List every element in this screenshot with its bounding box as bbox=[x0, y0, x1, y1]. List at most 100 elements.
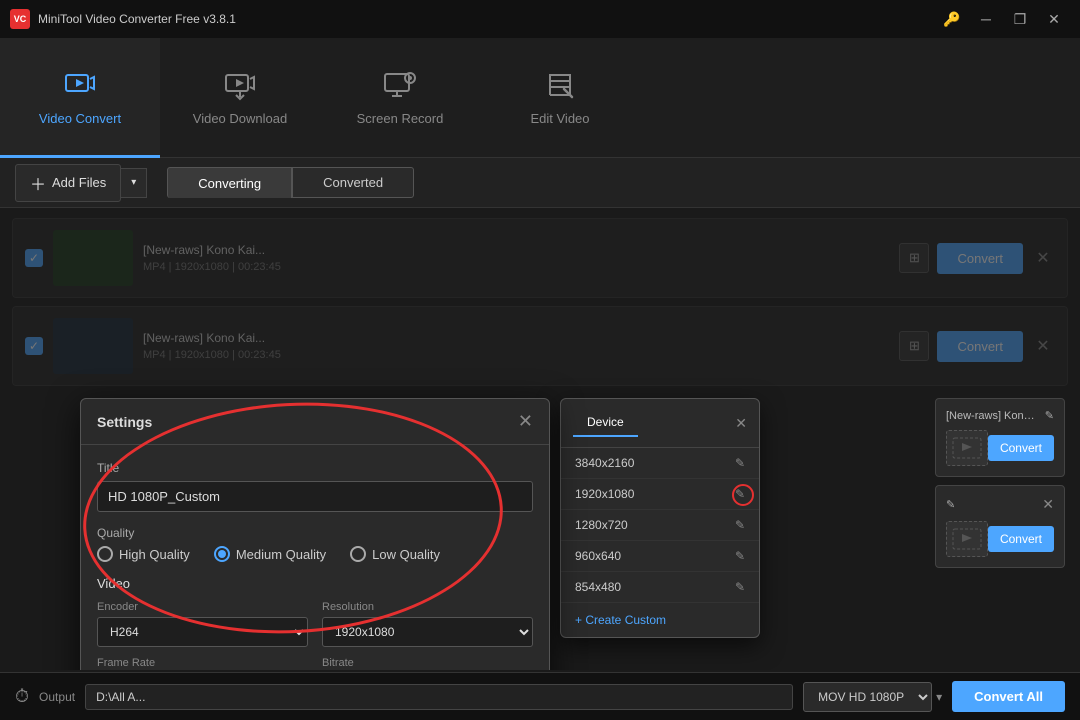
quality-medium-radio[interactable] bbox=[214, 546, 230, 562]
quality-high-text: High Quality bbox=[119, 547, 190, 562]
nav-video-convert[interactable]: Video Convert bbox=[0, 38, 160, 158]
settings-modal: Settings ✕ Title Quality High Quality bbox=[80, 398, 550, 670]
create-custom-btn[interactable]: + Create Custom bbox=[561, 603, 759, 637]
edit-settings-btn-1[interactable]: ⊞ bbox=[899, 243, 929, 273]
file-checkbox-2[interactable]: ✓ bbox=[25, 337, 43, 355]
encoder-label: Encoder bbox=[97, 601, 308, 613]
title-input[interactable] bbox=[97, 481, 533, 512]
convert-btn-2[interactable]: Convert bbox=[937, 331, 1023, 362]
add-files-button[interactable]: ＋ Add Files bbox=[15, 164, 121, 202]
panel-1-edit-btn[interactable]: ✎ bbox=[1045, 409, 1054, 422]
file-thumbnail-1 bbox=[53, 230, 133, 286]
quality-group: Quality High Quality Medium Quality Low … bbox=[97, 526, 533, 562]
framerate-bitrate-row: Frame Rate 30 24 60 Bitrate 4000 2000 80… bbox=[97, 657, 533, 670]
app-title: MiniTool Video Converter Free v3.8.1 bbox=[38, 12, 936, 26]
modal-header: Settings ✕ bbox=[81, 399, 549, 445]
bitrate-col: Bitrate 4000 2000 8000 bbox=[322, 657, 533, 670]
convert-btn-1[interactable]: Convert bbox=[937, 243, 1023, 274]
modal-close-btn[interactable]: ✕ bbox=[518, 411, 533, 432]
file-checkbox-1[interactable]: ✓ bbox=[25, 249, 43, 267]
quality-low-text: Low Quality bbox=[372, 547, 440, 562]
chevron-down-icon: ▾ bbox=[131, 177, 136, 188]
file-info-1: [New-raws] Kono Kai... MP4 | 1920x1080 |… bbox=[143, 243, 889, 273]
res-edit-640[interactable]: ✎ bbox=[735, 549, 745, 563]
res-item-4k[interactable]: 3840x2160 ✎ bbox=[561, 448, 759, 479]
panel-2-edit-btn[interactable]: ✎ bbox=[946, 498, 955, 511]
modal-title: Settings bbox=[97, 414, 152, 430]
nav-video-download[interactable]: Video Download bbox=[160, 38, 320, 158]
format-selector[interactable]: MOV HD 1080P MP4 HD 1080P bbox=[803, 682, 932, 712]
title-field-label: Title bbox=[97, 461, 533, 475]
video-download-icon bbox=[222, 67, 258, 103]
resolution-select[interactable]: 1920x1080 1280x720 bbox=[322, 617, 533, 647]
close-row-btn-2[interactable]: ✕ bbox=[1031, 334, 1055, 358]
tab-converting[interactable]: Converting bbox=[167, 167, 292, 198]
quality-options: High Quality Medium Quality Low Quality bbox=[97, 546, 533, 562]
screen-record-icon bbox=[382, 67, 418, 103]
add-files-dropdown[interactable]: ▾ bbox=[121, 168, 147, 198]
resolution-col: Resolution 1920x1080 1280x720 bbox=[322, 601, 533, 647]
tab-group: Converting Converted bbox=[167, 167, 414, 198]
edit-video-icon bbox=[542, 67, 578, 103]
nav-video-convert-label: Video Convert bbox=[39, 111, 121, 126]
panel-2-top: ✎ ✕ bbox=[946, 496, 1054, 513]
quality-low-radio[interactable] bbox=[350, 546, 366, 562]
edit-settings-btn-2[interactable]: ⊞ bbox=[899, 331, 929, 361]
quality-low-label[interactable]: Low Quality bbox=[350, 546, 440, 562]
resolution-panel: Device ✕ 3840x2160 ✎ 1920x1080 ✎ 1280x72… bbox=[560, 398, 760, 638]
encoder-select[interactable]: H264 H265 bbox=[97, 617, 308, 647]
titlebar: VC MiniTool Video Converter Free v3.8.1 … bbox=[0, 0, 1080, 38]
res-item-640[interactable]: 960x640 ✎ bbox=[561, 541, 759, 572]
restore-btn[interactable]: ❐ bbox=[1004, 5, 1036, 33]
res-tabs: Device bbox=[573, 409, 666, 437]
convert-panel-1: [New-raws] Kono Kai... ✎ Convert bbox=[935, 398, 1065, 477]
video-section-title: Video bbox=[97, 576, 533, 591]
res-label-640: 960x640 bbox=[575, 549, 621, 563]
nav-screen-record[interactable]: Screen Record bbox=[320, 38, 480, 158]
output-label: Output bbox=[39, 690, 75, 704]
output-path-input[interactable] bbox=[85, 684, 793, 710]
file-thumbnail-2 bbox=[53, 318, 133, 374]
res-tab-device[interactable]: Device bbox=[573, 409, 638, 437]
res-panel-close-btn[interactable]: ✕ bbox=[735, 415, 747, 432]
nav-screen-record-label: Screen Record bbox=[357, 111, 444, 126]
res-tab-format[interactable] bbox=[638, 409, 666, 437]
file-row-2: ✓ [New-raws] Kono Kai... MP4 | 1920x1080… bbox=[12, 306, 1068, 386]
title-group: Title bbox=[97, 461, 533, 512]
convert-panel-1-btn[interactable]: Convert bbox=[988, 435, 1054, 461]
minimize-btn[interactable]: ─ bbox=[970, 5, 1002, 33]
res-item-480[interactable]: 854x480 ✎ bbox=[561, 572, 759, 603]
tab-converted[interactable]: Converted bbox=[292, 167, 414, 198]
convert-panel-2-btn[interactable]: Convert bbox=[988, 526, 1054, 552]
convert-panel-2: ✎ ✕ Convert bbox=[935, 485, 1065, 568]
res-edit-1080[interactable]: ✎ bbox=[735, 487, 745, 501]
key-icon-btn[interactable]: 🔑 bbox=[936, 5, 968, 33]
framerate-label: Frame Rate bbox=[97, 657, 308, 669]
quality-high-label[interactable]: High Quality bbox=[97, 546, 190, 562]
close-btn[interactable]: ✕ bbox=[1038, 5, 1070, 33]
res-edit-4k[interactable]: ✎ bbox=[735, 456, 745, 470]
nav-edit-video[interactable]: Edit Video bbox=[480, 38, 640, 158]
right-panel: [New-raws] Kono Kai... ✎ Convert ✎ ✕ bbox=[935, 398, 1065, 568]
file-meta-1: MP4 | 1920x1080 | 00:23:45 bbox=[143, 261, 889, 273]
res-edit-480[interactable]: ✎ bbox=[735, 580, 745, 594]
close-row-btn-1[interactable]: ✕ bbox=[1031, 246, 1055, 270]
panel-1-filename: [New-raws] Kono Kai... bbox=[946, 410, 1036, 422]
main-content: ✓ [New-raws] Kono Kai... MP4 | 1920x1080… bbox=[0, 208, 1080, 670]
quality-medium-label[interactable]: Medium Quality bbox=[214, 546, 326, 562]
res-item-1080[interactable]: 1920x1080 ✎ bbox=[561, 479, 759, 510]
panel-2-close-btn[interactable]: ✕ bbox=[1042, 496, 1054, 513]
convert-all-button[interactable]: Convert All bbox=[952, 681, 1065, 712]
quality-medium-text: Medium Quality bbox=[236, 547, 326, 562]
format-dropdown-arrow: ▾ bbox=[936, 690, 942, 704]
nav-video-download-label: Video Download bbox=[193, 111, 287, 126]
framerate-col: Frame Rate 30 24 60 bbox=[97, 657, 308, 670]
file-info-2: [New-raws] Kono Kai... MP4 | 1920x1080 |… bbox=[143, 331, 889, 361]
encoder-col: Encoder H264 H265 bbox=[97, 601, 308, 647]
toolbar: ＋ Add Files ▾ Converting Converted bbox=[0, 158, 1080, 208]
resolution-label: Resolution bbox=[322, 601, 533, 613]
res-edit-720[interactable]: ✎ bbox=[735, 518, 745, 532]
res-label-720: 1280x720 bbox=[575, 518, 628, 532]
res-item-720[interactable]: 1280x720 ✎ bbox=[561, 510, 759, 541]
quality-high-radio[interactable] bbox=[97, 546, 113, 562]
